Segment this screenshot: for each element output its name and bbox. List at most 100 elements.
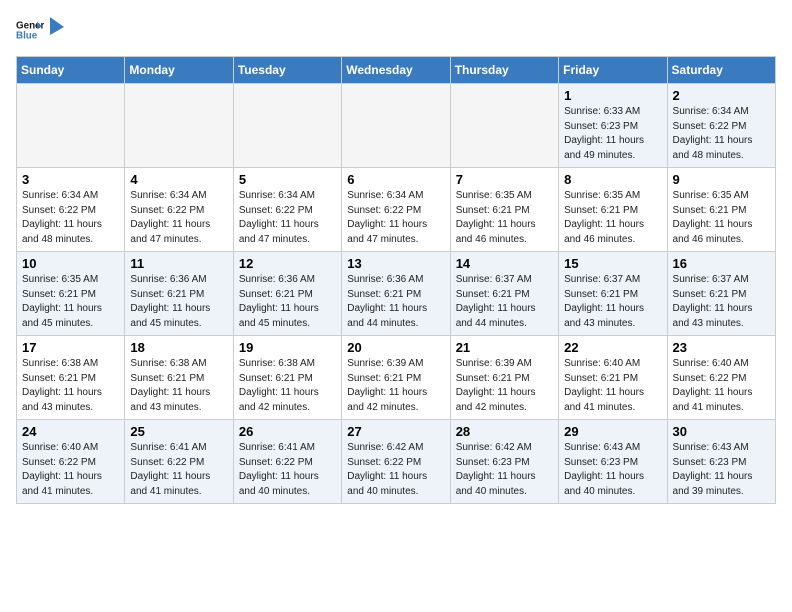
calendar-cell: 6 Sunrise: 6:34 AMSunset: 6:22 PMDaylight… [342, 168, 450, 252]
weekday-header-row: SundayMondayTuesdayWednesdayThursdayFrid… [17, 57, 776, 84]
day-info: Sunrise: 6:33 AMSunset: 6:23 PMDaylight:… [564, 105, 661, 163]
calendar-cell: 26 Sunrise: 6:41 AMSunset: 6:22 PMDayligh… [233, 420, 341, 504]
calendar-cell: 13 Sunrise: 6:36 AMSunset: 6:21 PMDayligh… [342, 252, 450, 336]
day-info: Sunrise: 6:39 AMSunset: 6:21 PMDaylight:… [456, 357, 553, 415]
calendar-cell: 17Sunrise: 6:38 AMSunset: 6:21 PMDayligh… [17, 336, 125, 420]
day-info: Sunrise: 6:37 AMSunset: 6:21 PMDaylight:… [564, 273, 661, 331]
calendar-cell: 16 Sunrise: 6:37 AMSunset: 6:21 PMDayligh… [667, 252, 775, 336]
day-number: 8 [564, 172, 661, 187]
day-number: 1 [564, 88, 661, 103]
weekday-header: Thursday [450, 57, 558, 84]
day-number: 29 [564, 424, 661, 439]
day-info: Sunrise: 6:39 AMSunset: 6:21 PMDaylight:… [347, 357, 444, 415]
calendar-cell: 3 Sunrise: 6:34 AMSunset: 6:22 PMDaylight… [17, 168, 125, 252]
day-info: Sunrise: 6:38 AMSunset: 6:21 PMDaylight:… [130, 357, 227, 415]
calendar-week-row: 3 Sunrise: 6:34 AMSunset: 6:22 PMDaylight… [17, 168, 776, 252]
day-info: Sunrise: 6:37 AMSunset: 6:21 PMDaylight:… [456, 273, 553, 331]
calendar-cell: 9 Sunrise: 6:35 AMSunset: 6:21 PMDaylight… [667, 168, 775, 252]
day-number: 26 [239, 424, 336, 439]
calendar-week-row: 24 Sunrise: 6:40 AMSunset: 6:22 PMDayligh… [17, 420, 776, 504]
day-info: Sunrise: 6:36 AMSunset: 6:21 PMDaylight:… [130, 273, 227, 331]
day-info: Sunrise: 6:34 AMSunset: 6:22 PMDaylight:… [239, 189, 336, 247]
day-info: Sunrise: 6:38 AMSunset: 6:21 PMDaylight:… [22, 357, 119, 415]
day-info: Sunrise: 6:34 AMSunset: 6:22 PMDaylight:… [673, 105, 770, 163]
day-number: 9 [673, 172, 770, 187]
day-info: Sunrise: 6:35 AMSunset: 6:21 PMDaylight:… [456, 189, 553, 247]
day-number: 6 [347, 172, 444, 187]
calendar-cell: 22 Sunrise: 6:40 AMSunset: 6:21 PMDayligh… [559, 336, 667, 420]
day-info: Sunrise: 6:34 AMSunset: 6:22 PMDaylight:… [22, 189, 119, 247]
day-number: 25 [130, 424, 227, 439]
day-info: Sunrise: 6:41 AMSunset: 6:22 PMDaylight:… [239, 441, 336, 499]
calendar-cell: 28 Sunrise: 6:42 AMSunset: 6:23 PMDayligh… [450, 420, 558, 504]
calendar-week-row: 10 Sunrise: 6:35 AMSunset: 6:21 PMDayligh… [17, 252, 776, 336]
calendar-cell [450, 84, 558, 168]
day-number: 23 [673, 340, 770, 355]
calendar-cell: 30 Sunrise: 6:43 AMSunset: 6:23 PMDayligh… [667, 420, 775, 504]
day-info: Sunrise: 6:35 AMSunset: 6:21 PMDaylight:… [22, 273, 119, 331]
weekday-header: Tuesday [233, 57, 341, 84]
day-number: 14 [456, 256, 553, 271]
weekday-header: Saturday [667, 57, 775, 84]
day-info: Sunrise: 6:36 AMSunset: 6:21 PMDaylight:… [347, 273, 444, 331]
day-info: Sunrise: 6:35 AMSunset: 6:21 PMDaylight:… [564, 189, 661, 247]
calendar-cell: 10 Sunrise: 6:35 AMSunset: 6:21 PMDayligh… [17, 252, 125, 336]
day-info: Sunrise: 6:34 AMSunset: 6:22 PMDaylight:… [130, 189, 227, 247]
day-number: 27 [347, 424, 444, 439]
page-header: General Blue [16, 16, 776, 44]
day-info: Sunrise: 6:43 AMSunset: 6:23 PMDaylight:… [564, 441, 661, 499]
logo-flag-icon [48, 15, 66, 37]
day-number: 15 [564, 256, 661, 271]
day-number: 16 [673, 256, 770, 271]
day-number: 13 [347, 256, 444, 271]
calendar-cell: 5 Sunrise: 6:34 AMSunset: 6:22 PMDaylight… [233, 168, 341, 252]
calendar-cell: 1 Sunrise: 6:33 AMSunset: 6:23 PMDaylight… [559, 84, 667, 168]
weekday-header: Sunday [17, 57, 125, 84]
day-number: 10 [22, 256, 119, 271]
calendar-cell: 8 Sunrise: 6:35 AMSunset: 6:21 PMDaylight… [559, 168, 667, 252]
day-number: 22 [564, 340, 661, 355]
calendar-cell: 2 Sunrise: 6:34 AMSunset: 6:22 PMDaylight… [667, 84, 775, 168]
calendar-week-row: 17Sunrise: 6:38 AMSunset: 6:21 PMDayligh… [17, 336, 776, 420]
day-number: 19 [239, 340, 336, 355]
day-info: Sunrise: 6:40 AMSunset: 6:21 PMDaylight:… [564, 357, 661, 415]
day-number: 28 [456, 424, 553, 439]
day-info: Sunrise: 6:42 AMSunset: 6:23 PMDaylight:… [456, 441, 553, 499]
calendar-cell: 4 Sunrise: 6:34 AMSunset: 6:22 PMDaylight… [125, 168, 233, 252]
calendar-cell: 15 Sunrise: 6:37 AMSunset: 6:21 PMDayligh… [559, 252, 667, 336]
day-number: 11 [130, 256, 227, 271]
day-info: Sunrise: 6:38 AMSunset: 6:21 PMDaylight:… [239, 357, 336, 415]
day-number: 5 [239, 172, 336, 187]
day-info: Sunrise: 6:40 AMSunset: 6:22 PMDaylight:… [22, 441, 119, 499]
day-number: 4 [130, 172, 227, 187]
day-number: 20 [347, 340, 444, 355]
day-number: 7 [456, 172, 553, 187]
day-number: 21 [456, 340, 553, 355]
calendar-table: SundayMondayTuesdayWednesdayThursdayFrid… [16, 56, 776, 504]
calendar-cell: 25Sunrise: 6:41 AMSunset: 6:22 PMDayligh… [125, 420, 233, 504]
day-info: Sunrise: 6:36 AMSunset: 6:21 PMDaylight:… [239, 273, 336, 331]
day-number: 24 [22, 424, 119, 439]
day-number: 3 [22, 172, 119, 187]
calendar-cell [17, 84, 125, 168]
calendar-cell [233, 84, 341, 168]
calendar-cell: 18Sunrise: 6:38 AMSunset: 6:21 PMDayligh… [125, 336, 233, 420]
day-number: 30 [673, 424, 770, 439]
calendar-cell: 11 Sunrise: 6:36 AMSunset: 6:21 PMDayligh… [125, 252, 233, 336]
calendar-cell: 20 Sunrise: 6:39 AMSunset: 6:21 PMDayligh… [342, 336, 450, 420]
weekday-header: Monday [125, 57, 233, 84]
day-info: Sunrise: 6:40 AMSunset: 6:22 PMDaylight:… [673, 357, 770, 415]
day-info: Sunrise: 6:37 AMSunset: 6:21 PMDaylight:… [673, 273, 770, 331]
day-info: Sunrise: 6:35 AMSunset: 6:21 PMDaylight:… [673, 189, 770, 247]
logo: General Blue [16, 16, 66, 44]
calendar-cell: 14 Sunrise: 6:37 AMSunset: 6:21 PMDayligh… [450, 252, 558, 336]
calendar-cell: 23 Sunrise: 6:40 AMSunset: 6:22 PMDayligh… [667, 336, 775, 420]
day-info: Sunrise: 6:42 AMSunset: 6:22 PMDaylight:… [347, 441, 444, 499]
calendar-cell: 7 Sunrise: 6:35 AMSunset: 6:21 PMDaylight… [450, 168, 558, 252]
calendar-cell: 24 Sunrise: 6:40 AMSunset: 6:22 PMDayligh… [17, 420, 125, 504]
day-info: Sunrise: 6:43 AMSunset: 6:23 PMDaylight:… [673, 441, 770, 499]
day-info: Sunrise: 6:34 AMSunset: 6:22 PMDaylight:… [347, 189, 444, 247]
calendar-cell: 19 Sunrise: 6:38 AMSunset: 6:21 PMDayligh… [233, 336, 341, 420]
calendar-cell [342, 84, 450, 168]
day-number: 2 [673, 88, 770, 103]
